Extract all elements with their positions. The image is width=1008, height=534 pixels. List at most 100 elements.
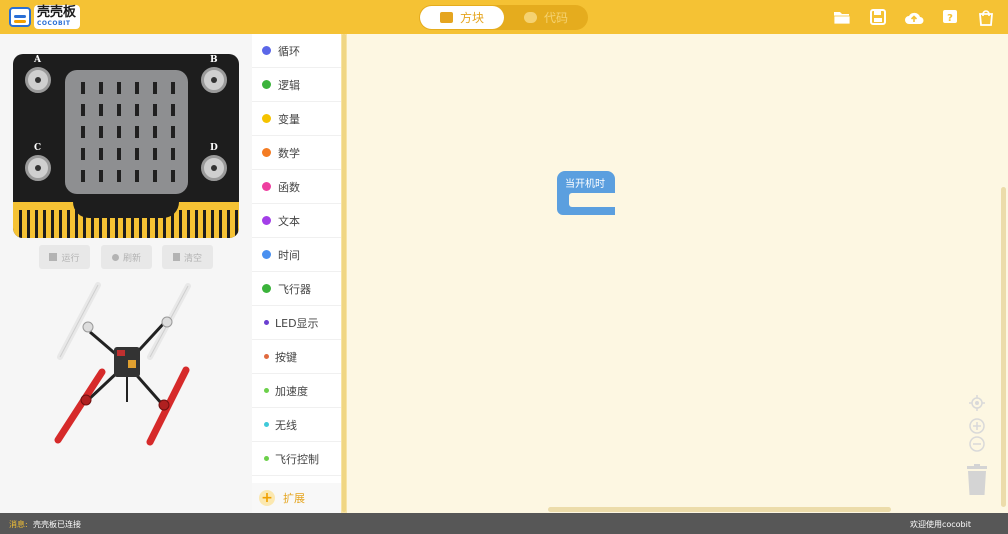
board-button-a[interactable] — [25, 67, 51, 93]
category-label: 无线 — [275, 418, 297, 432]
button-a-label: A — [34, 55, 41, 65]
led-pixel — [117, 148, 121, 160]
led-pixel — [81, 82, 85, 94]
category-item[interactable]: 无线 — [252, 408, 341, 442]
category-label: 函数 — [278, 180, 300, 194]
recenter-icon[interactable] — [968, 394, 986, 412]
led-pixel — [81, 170, 85, 182]
category-item[interactable]: 文本 — [252, 204, 341, 238]
zoom-out-icon[interactable] — [968, 435, 986, 453]
led-pixel — [81, 148, 85, 160]
blocks-workspace[interactable]: 当开机时 — [347, 34, 1008, 513]
category-item[interactable]: 按键 — [252, 340, 341, 374]
led-pixel — [99, 148, 103, 160]
board-pin — [227, 210, 230, 238]
category-color-dot — [264, 388, 269, 393]
led-pixel — [99, 104, 103, 116]
led-pixel — [153, 148, 157, 160]
run-button[interactable]: 运行 — [39, 245, 90, 269]
led-pixel — [135, 104, 139, 116]
category-item[interactable]: LED显示 — [252, 306, 341, 340]
tab-code[interactable]: 代码 — [505, 6, 587, 29]
shopping-bag-icon[interactable] — [976, 8, 996, 26]
help-icon[interactable]: ? — [940, 8, 960, 26]
led-pixel — [117, 82, 121, 94]
board-pin — [219, 210, 222, 238]
category-item[interactable]: 时间 — [252, 238, 341, 272]
category-label: 数学 — [278, 146, 300, 160]
cocobit-board: A B C D — [13, 54, 239, 238]
category-color-dot — [262, 148, 271, 157]
led-pixel — [153, 104, 157, 116]
category-label: 飞行器 — [278, 282, 311, 296]
category-label: 循环 — [278, 44, 300, 58]
drone-image — [54, 282, 191, 446]
led-pixel — [135, 82, 139, 94]
board-pin — [67, 210, 70, 238]
category-color-dot — [264, 422, 269, 427]
on-start-block[interactable]: 当开机时 — [557, 171, 615, 215]
category-list: 循环逻辑变量数学函数文本 时间飞行器 LED显示按键加速度无线飞行控制 + 扩展 — [252, 34, 341, 513]
category-color-dot — [264, 456, 269, 461]
category-label: 逻辑 — [278, 78, 300, 92]
category-item[interactable]: 飞行器 — [252, 272, 341, 306]
tab-blocks[interactable]: 方块 — [420, 6, 504, 29]
category-item[interactable]: 逻辑 — [252, 68, 341, 102]
zoom-in-icon[interactable] — [968, 417, 986, 435]
stop-icon — [49, 253, 58, 261]
app-logo: 壳壳板 COCOBIT — [9, 4, 80, 30]
category-color-dot — [262, 80, 271, 89]
open-folder-icon[interactable] — [832, 8, 852, 26]
led-pixel — [117, 170, 121, 182]
board-pin — [19, 210, 22, 238]
board-pin — [35, 210, 38, 238]
led-pixel — [171, 82, 175, 94]
svg-text:?: ? — [947, 13, 953, 24]
puzzle-icon — [439, 12, 453, 23]
led-pixel — [171, 170, 175, 182]
led-matrix — [65, 70, 188, 194]
save-icon[interactable] — [868, 8, 888, 26]
category-label: LED显示 — [275, 316, 319, 330]
refresh-button[interactable]: 刷新 — [101, 245, 152, 269]
category-item[interactable]: 函数 — [252, 170, 341, 204]
cloud-upload-icon[interactable] — [904, 8, 924, 26]
board-pin — [179, 210, 182, 238]
clear-button[interactable]: 清空 — [162, 245, 213, 269]
top-bar: 壳壳板 COCOBIT 方块 代码 ? — [0, 0, 1008, 34]
led-pixel — [153, 82, 157, 94]
workspace-trash-icon[interactable] — [965, 464, 989, 496]
logo-subtext: COCOBIT — [37, 20, 71, 27]
category-color-dot — [262, 216, 271, 225]
on-start-block-label: 当开机时 — [565, 178, 605, 190]
category-label: 加速度 — [275, 384, 308, 398]
category-item[interactable]: 循环 — [252, 34, 341, 68]
led-pixel — [153, 170, 157, 182]
logo-text: 壳壳板 — [37, 5, 77, 20]
extension-button[interactable]: + 扩展 — [252, 483, 341, 513]
led-pixel — [117, 104, 121, 116]
tab-code-label: 代码 — [543, 11, 568, 25]
horizontal-scrollbar[interactable] — [548, 507, 891, 512]
logo-icon — [9, 7, 31, 27]
category-label: 飞行控制 — [275, 452, 319, 466]
category-color-dot — [262, 250, 271, 259]
button-c-label: C — [34, 143, 42, 153]
code-icon — [523, 12, 537, 23]
vertical-scrollbar[interactable] — [1001, 187, 1006, 507]
board-button-b[interactable] — [201, 67, 227, 93]
board-pin — [195, 210, 198, 238]
led-pixel — [135, 126, 139, 138]
category-item[interactable]: 数学 — [252, 136, 341, 170]
led-pixel — [135, 170, 139, 182]
category-item[interactable]: 飞行控制 — [252, 442, 341, 476]
category-label: 变量 — [278, 112, 300, 126]
board-button-d[interactable] — [201, 155, 227, 181]
led-pixel — [99, 126, 103, 138]
category-item[interactable]: 加速度 — [252, 374, 341, 408]
category-item[interactable]: 变量 — [252, 102, 341, 136]
board-button-c[interactable] — [25, 155, 51, 181]
led-pixel — [99, 82, 103, 94]
board-pin — [51, 210, 54, 238]
device-panel: A B C D 运行 刷新 清空 — [0, 34, 252, 513]
